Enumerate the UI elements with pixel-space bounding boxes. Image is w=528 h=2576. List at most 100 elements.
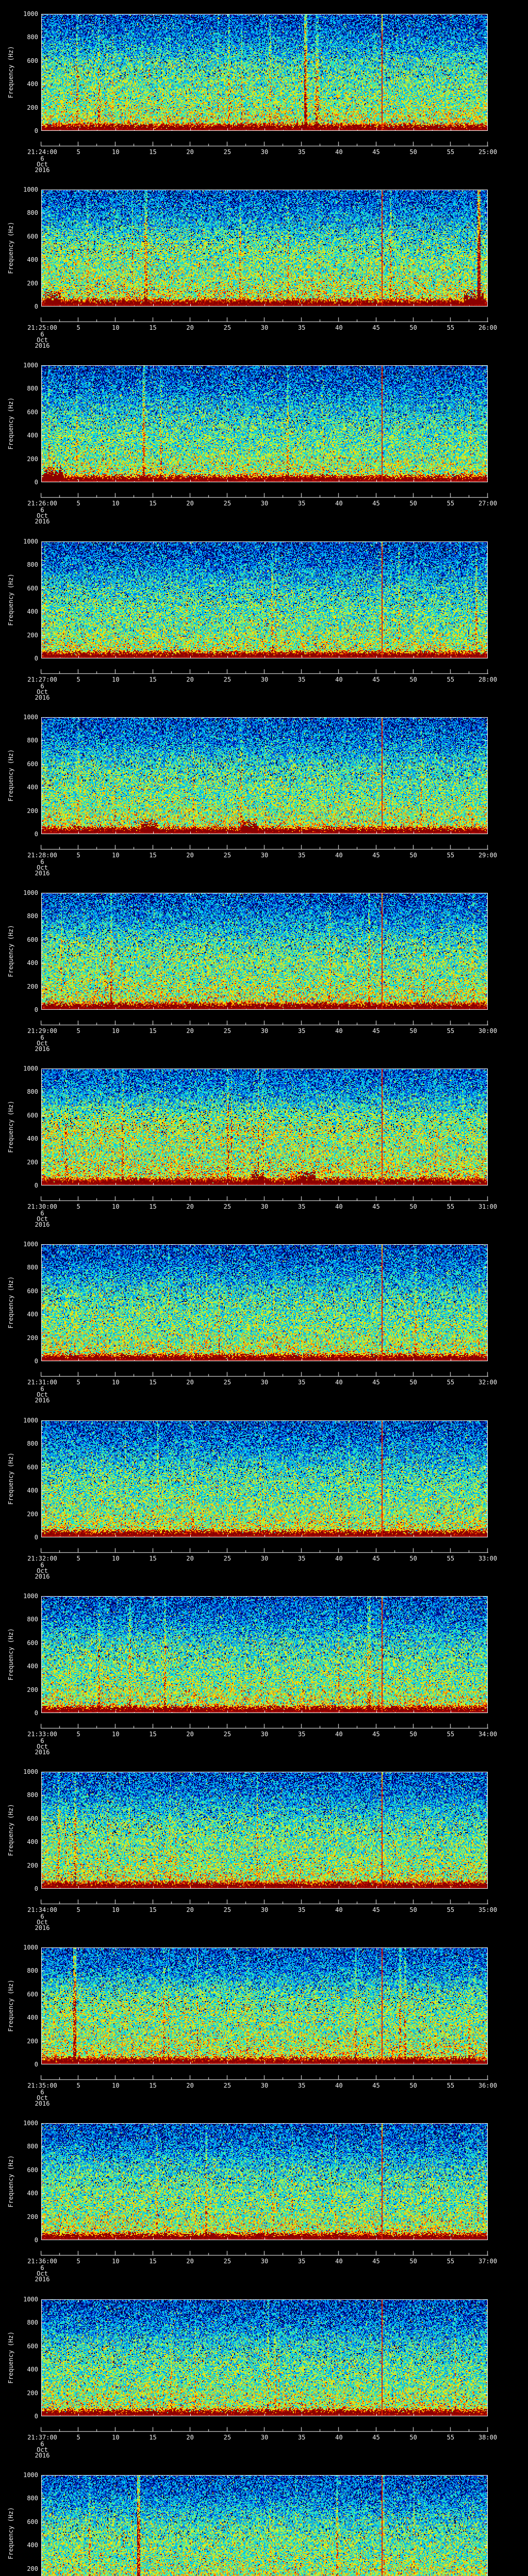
y-tick-label: 200: [27, 631, 38, 639]
spectrogram-image: [41, 1772, 488, 1889]
x-tick-label: 20: [186, 2082, 194, 2089]
x-tick-label: 10: [112, 1906, 120, 1913]
x-tick-label: 50: [409, 1379, 417, 1386]
x-tick-label: 55: [447, 500, 455, 507]
time-axis: [41, 1722, 488, 1729]
x-tick-label: 30: [260, 1203, 269, 1210]
y-tick-label: 0: [34, 1358, 38, 1365]
time-axis: [41, 2249, 488, 2256]
x-tick-label: 40: [335, 1203, 343, 1210]
date-year: 2016: [35, 166, 50, 174]
x-tick-label: 50: [409, 852, 417, 859]
x-tick-label: 20: [186, 1027, 194, 1035]
x-axis-start-time: 21:25:00: [27, 324, 57, 331]
y-axis-title: Frequency (Hz): [7, 2155, 14, 2208]
x-tick-label: 35: [298, 2258, 306, 2265]
x-tick-label: 5: [76, 676, 80, 683]
x-tick-label: 40: [335, 852, 343, 859]
y-tick-label: 800: [27, 737, 38, 744]
x-tick-label: 45: [372, 1027, 380, 1035]
x-tick-label: 10: [112, 148, 120, 156]
x-axis-end-time: 38:00: [478, 2434, 498, 2441]
y-tick-label: 1000: [23, 714, 38, 721]
x-tick-label: 35: [298, 1027, 306, 1035]
y-tick-label: 0: [34, 1182, 38, 1189]
date-year: 2016: [35, 2452, 50, 2459]
y-tick-label: 0: [34, 2061, 38, 2068]
x-tick-label: 5: [76, 2082, 80, 2089]
x-tick-label: 55: [447, 676, 455, 683]
x-tick-label: 40: [335, 2434, 343, 2441]
x-tick-label: 15: [149, 676, 157, 683]
x-tick-label: 25: [223, 1906, 232, 1913]
x-tick-label: 20: [186, 1379, 194, 1386]
x-axis-end-time: 36:00: [478, 2082, 498, 2089]
x-tick-label: 20: [186, 1555, 194, 1562]
spectrogram-figure: Frequency (Hz) 21:24:00 25:00 6 Oct 2016…: [0, 0, 528, 2576]
spectrogram-image: [41, 1244, 488, 1361]
x-tick-label: 5: [76, 500, 80, 507]
x-tick-label: 5: [76, 2258, 80, 2265]
x-tick-label: 15: [149, 2258, 157, 2265]
spectrogram-image: [41, 1069, 488, 1185]
y-tick-label: 0: [34, 831, 38, 838]
spectrogram-panel: Frequency (Hz) 21:32:00 33:00 6 Oct 2016…: [0, 1417, 528, 1596]
y-tick-label: 800: [27, 2143, 38, 2150]
y-tick-label: 400: [27, 1135, 38, 1143]
y-tick-label: 200: [27, 2213, 38, 2221]
x-tick-label: 10: [112, 1203, 120, 1210]
x-tick-label: 55: [447, 2434, 455, 2441]
x-tick-label: 25: [223, 852, 232, 859]
y-tick-label: 200: [27, 2389, 38, 2397]
y-axis-title: Frequency (Hz): [7, 749, 14, 802]
x-tick-label: 30: [260, 324, 269, 331]
x-axis-start-time: 21:24:00: [27, 148, 57, 156]
time-axis: [41, 1194, 488, 1201]
y-tick-label: 1000: [23, 2471, 38, 2479]
spectrogram-panel: Frequency (Hz) 21:24:00 25:00 6 Oct 2016…: [0, 10, 528, 190]
x-tick-label: 25: [223, 2258, 232, 2265]
y-tick-label: 1000: [23, 186, 38, 193]
x-tick-label: 15: [149, 852, 157, 859]
x-tick-label: 30: [260, 148, 269, 156]
x-axis-end-time: 33:00: [478, 1555, 498, 1562]
y-tick-label: 1000: [23, 1592, 38, 1600]
x-tick-label: 15: [149, 500, 157, 507]
x-tick-label: 15: [149, 148, 157, 156]
x-tick-label: 15: [149, 324, 157, 331]
x-tick-label: 55: [447, 1379, 455, 1386]
x-tick-label: 5: [76, 1555, 80, 1562]
y-tick-label: 800: [27, 2319, 38, 2327]
y-axis-title: Frequency (Hz): [7, 1452, 14, 1505]
x-tick-label: 55: [447, 2258, 455, 2265]
x-tick-label: 50: [409, 1203, 417, 1210]
x-tick-label: 35: [298, 1906, 306, 1913]
x-tick-label: 10: [112, 500, 120, 507]
y-tick-label: 200: [27, 279, 38, 287]
spectrogram-image: [41, 2475, 488, 2576]
spectrogram-image: [41, 1420, 488, 1537]
x-tick-label: 30: [260, 1731, 269, 1738]
x-tick-label: 45: [372, 2434, 380, 2441]
spectrogram-panel: Frequency (Hz) 21:27:00 28:00 6 Oct 2016…: [0, 538, 528, 717]
x-axis-end-time: 29:00: [478, 852, 498, 859]
y-tick-label: 800: [27, 1616, 38, 1623]
y-axis-title: Frequency (Hz): [7, 1276, 14, 1329]
y-tick-label: 600: [27, 2518, 38, 2526]
y-tick-label: 200: [27, 2565, 38, 2572]
date-year: 2016: [35, 2276, 50, 2283]
x-tick-label: 55: [447, 1555, 455, 1562]
x-tick-label: 10: [112, 324, 120, 331]
y-tick-label: 800: [27, 1791, 38, 1799]
x-tick-label: 35: [298, 324, 306, 331]
x-tick-label: 25: [223, 1203, 232, 1210]
x-tick-label: 30: [260, 1027, 269, 1035]
y-tick-label: 200: [27, 1334, 38, 1342]
spectrogram-panel: Frequency (Hz) 21:29:00 30:00 6 Oct 2016…: [0, 889, 528, 1069]
y-tick-label: 0: [34, 2413, 38, 2420]
y-tick-label: 200: [27, 104, 38, 111]
x-tick-label: 20: [186, 676, 194, 683]
x-tick-label: 5: [76, 1906, 80, 1913]
x-tick-label: 45: [372, 1731, 380, 1738]
y-axis-title: Frequency (Hz): [7, 573, 14, 626]
